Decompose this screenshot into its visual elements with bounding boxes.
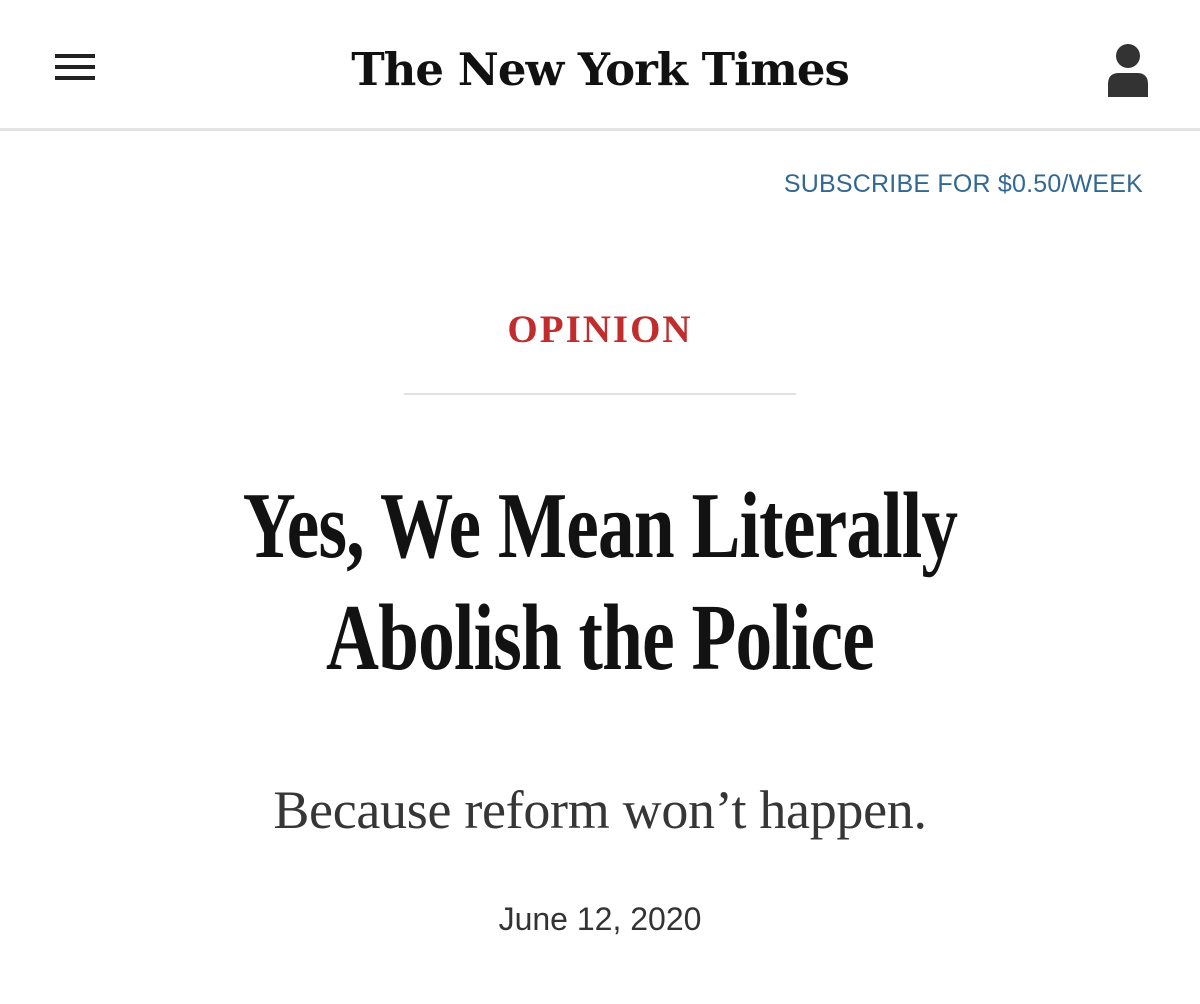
- article-summary: Because reform won’t happen.: [273, 780, 927, 840]
- menu-button[interactable]: [44, 44, 106, 90]
- masthead-logo[interactable]: The New York Times: [300, 30, 900, 110]
- article-headline: Yes, We Mean Literally Abolish the Polic…: [242, 474, 958, 690]
- hamburger-menu-icon: [55, 54, 95, 58]
- section-label[interactable]: OPINION: [0, 306, 1200, 354]
- section-divider: [404, 393, 796, 395]
- user-account-icon: [1108, 44, 1148, 97]
- account-button[interactable]: [1098, 38, 1158, 102]
- subscribe-link[interactable]: SUBSCRIBE FOR $0.50/WEEK: [784, 168, 1143, 200]
- publish-date: June 12, 2020: [498, 901, 702, 937]
- hamburger-menu-icon: [55, 65, 95, 69]
- site-header: The New York Times: [0, 0, 1200, 131]
- hamburger-menu-icon: [55, 76, 95, 80]
